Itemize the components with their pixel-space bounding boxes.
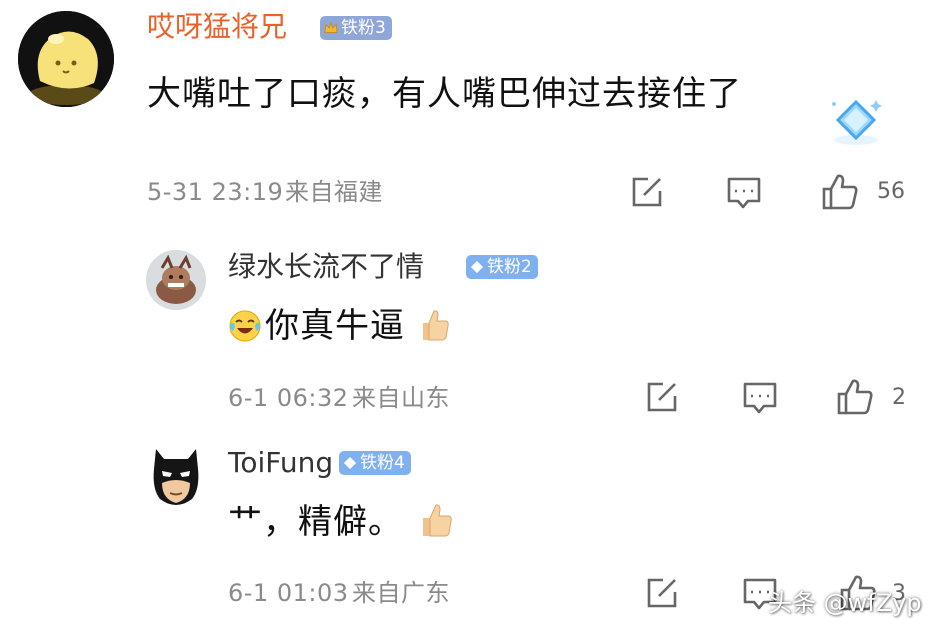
- fan-badge: 铁粉2: [466, 255, 538, 279]
- thumbs-up-icon: [837, 379, 873, 415]
- fan-badge: 铁粉4: [339, 451, 411, 475]
- fan-badge-label: 铁粉3: [341, 18, 386, 38]
- fan-badge: 铁粉3: [320, 16, 392, 40]
- comment-location: 来自广东: [352, 579, 450, 607]
- thumbs-up-emoji: [420, 308, 450, 342]
- yellow-blob-avatar-icon: [18, 11, 114, 107]
- comment-timestamp: 6-1 01:03: [228, 579, 349, 607]
- comment-button[interactable]: [740, 378, 780, 418]
- comment-text: 大嘴吐了口痰，有人嘴巴伸过去接住了: [147, 74, 742, 114]
- share-edit-icon: [632, 177, 662, 207]
- comment-timestamp: 6-1 06:32: [228, 384, 349, 412]
- comment-location: 来自山东: [352, 384, 450, 412]
- repost-button[interactable]: [643, 574, 681, 612]
- thumbs-up-icon: [822, 174, 858, 210]
- like-count: 56: [877, 179, 905, 204]
- avatar-lvshuichangliu[interactable]: [146, 250, 206, 310]
- batman-mask-icon: [153, 449, 199, 505]
- thumbs-up-emoji: [420, 502, 454, 538]
- character-avatar-icon: [146, 250, 206, 310]
- repost-button[interactable]: [628, 173, 666, 211]
- comment-bubble-icon: [727, 177, 761, 209]
- comment-username[interactable]: ToiFung: [228, 446, 333, 480]
- comment-bubble-icon: [743, 382, 777, 414]
- diamond-sticker-icon: [828, 96, 884, 148]
- like-button[interactable]: [833, 375, 877, 419]
- comment-username[interactable]: 哎呀猛将兄: [147, 10, 287, 44]
- comment-text: 艹，精僻。: [228, 502, 403, 542]
- comment-text: 你真牛逼: [265, 306, 405, 346]
- avatar-toifung[interactable]: [148, 445, 204, 507]
- crown-icon: [324, 21, 338, 33]
- comment-button[interactable]: [724, 173, 764, 213]
- fan-badge-label: 铁粉4: [360, 453, 405, 473]
- share-edit-icon: [647, 578, 677, 608]
- share-edit-icon: [647, 382, 677, 412]
- fan-badge-label: 铁粉2: [487, 257, 532, 277]
- diamond-icon: [470, 260, 484, 274]
- repost-button[interactable]: [643, 378, 681, 416]
- like-count: 2: [892, 385, 906, 410]
- avatar-haiyamengjiangxiong[interactable]: [18, 11, 114, 107]
- like-button[interactable]: [818, 170, 862, 214]
- diamond-icon: [343, 456, 357, 470]
- laughing-crying-emoji: [228, 309, 262, 343]
- comment-username[interactable]: 绿水长流不了情: [228, 250, 424, 284]
- comment-location: 来自福建: [285, 178, 383, 206]
- comment-timestamp: 5-31 23:19: [147, 178, 284, 206]
- toutiao-watermark: 头条 @wfZyp: [768, 589, 922, 617]
